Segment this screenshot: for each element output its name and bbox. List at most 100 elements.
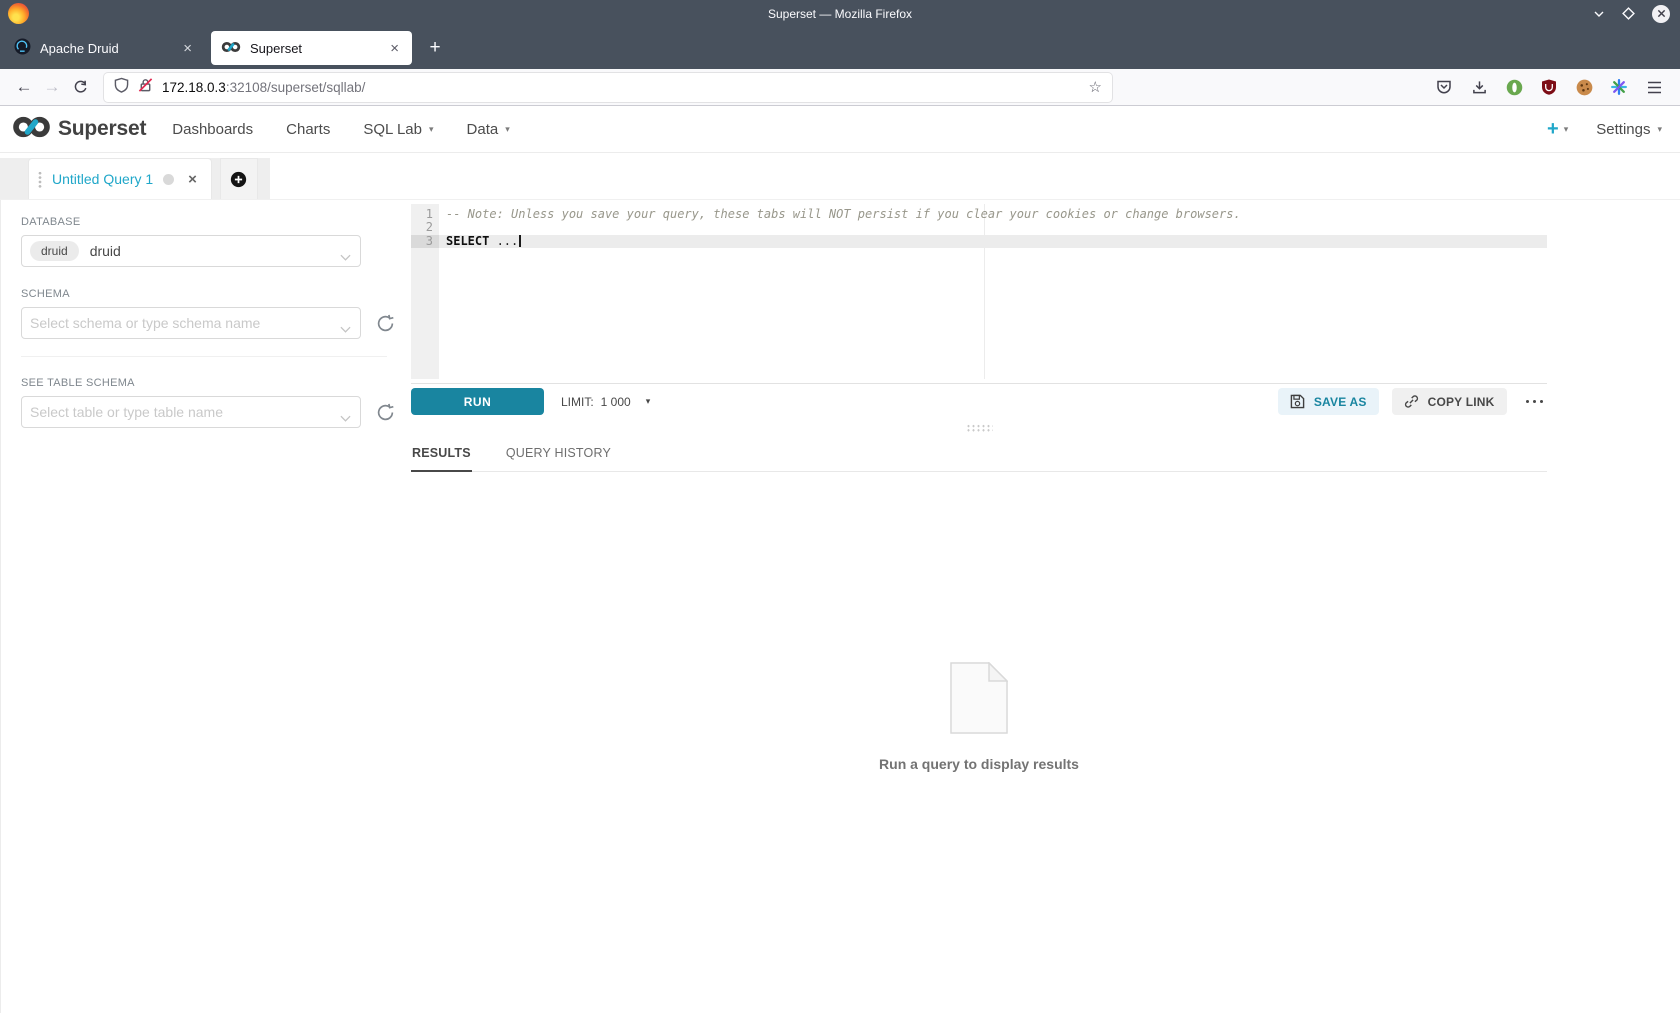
query-tab-row: Untitled Query 1 × (0, 153, 1680, 200)
table-select[interactable]: Select table or type table name (21, 396, 361, 428)
tab-close-icon[interactable]: × (385, 39, 404, 58)
text-cursor (519, 235, 521, 247)
add-query-tab-button[interactable] (220, 158, 258, 199)
run-button[interactable]: RUN (411, 388, 544, 415)
database-value: druid (90, 243, 121, 259)
editor-gutter: 1 2 3 (411, 204, 439, 379)
caret-down-icon: ▾ (1564, 124, 1569, 135)
tracking-shield-icon[interactable] (114, 77, 129, 98)
link-icon (1404, 394, 1419, 409)
sidebar-divider (21, 356, 387, 357)
browser-tab-label: Apache Druid (40, 41, 169, 56)
resize-grip-icon[interactable] (966, 424, 993, 432)
add-new-button[interactable]: +▾ (1547, 119, 1568, 139)
database-select[interactable]: druid druid (21, 235, 361, 267)
limit-label: LIMIT: (561, 395, 594, 409)
navbar-menu: Dashboards Charts SQL Lab▾ Data▾ (172, 121, 509, 138)
window-titlebar: Superset — Mozilla Firefox (0, 0, 1680, 27)
extension-green-icon[interactable] (1500, 73, 1528, 101)
nav-item-charts[interactable]: Charts (286, 121, 330, 138)
sql-comment: -- Note: Unless you save your query, the… (446, 207, 1241, 221)
menu-hamburger-icon[interactable] (1640, 73, 1668, 101)
table-placeholder: Select table or type table name (30, 404, 223, 420)
browser-tab-druid[interactable]: Apache Druid × (4, 31, 205, 65)
settings-menu[interactable]: Settings▾ (1596, 121, 1662, 138)
save-as-button[interactable]: SAVE AS (1278, 388, 1379, 415)
sqllab-main: DATABASE druid druid SCHEMA Select schem… (0, 200, 1680, 1013)
line-number: 1 (411, 208, 433, 221)
nav-item-data[interactable]: Data▾ (467, 121, 510, 138)
query-tab-untitled-1[interactable]: Untitled Query 1 × (28, 158, 212, 199)
database-badge: druid (30, 241, 79, 261)
sparkle-extension-icon[interactable] (1605, 73, 1633, 101)
add-query-tab-icon (230, 171, 247, 188)
bookmark-star-icon[interactable]: ☆ (1089, 78, 1102, 96)
sql-editor[interactable]: 1 2 3 -- Note: Unless you save your quer… (411, 204, 1547, 379)
empty-results-text: Run a query to display results (879, 756, 1079, 772)
forward-icon[interactable]: → (38, 73, 66, 101)
cookie-icon[interactable] (1570, 73, 1598, 101)
superset-logo-icon (12, 116, 51, 143)
pocket-icon[interactable] (1430, 73, 1458, 101)
window-title: Superset — Mozilla Firefox (768, 7, 912, 21)
line-number: 3 (411, 235, 433, 248)
sql-text: ... (489, 234, 518, 248)
close-icon[interactable]: × (188, 171, 197, 188)
reload-icon[interactable] (66, 73, 94, 101)
chevron-down-icon (340, 320, 351, 338)
insecure-lock-icon[interactable] (138, 77, 153, 98)
save-icon (1290, 394, 1305, 409)
tab-query-history[interactable]: QUERY HISTORY (505, 439, 612, 471)
download-icon[interactable] (1465, 73, 1493, 101)
caret-down-icon: ▾ (1657, 124, 1662, 135)
window-controls (1593, 0, 1670, 27)
brand-name: Superset (58, 117, 146, 141)
url-bar[interactable]: 172.18.0.3:32108/superset/sqllab/ ☆ (104, 73, 1112, 102)
tab-drag-handle-icon[interactable] (38, 171, 42, 188)
nav-item-dashboards[interactable]: Dashboards (172, 121, 253, 138)
browser-toolbar: ← → 172.18.0.3:32108/superset/sqllab/ ☆ (0, 69, 1680, 106)
superset-brand[interactable]: Superset (12, 116, 146, 143)
ublock-shield-icon[interactable] (1535, 73, 1563, 101)
new-tab-icon[interactable]: + (420, 33, 450, 63)
line-number: 2 (411, 221, 433, 234)
caret-down-icon: ▾ (429, 124, 434, 135)
copy-link-button[interactable]: COPY LINK (1392, 388, 1507, 415)
url-text: 172.18.0.3:32108/superset/sqllab/ (162, 80, 365, 95)
editor-code[interactable]: -- Note: Unless you save your query, the… (439, 204, 1547, 379)
limit-value: 1 000 (601, 395, 631, 409)
refresh-schema-icon[interactable] (376, 314, 395, 333)
schema-label: SCHEMA (21, 288, 401, 300)
sqllab-sidebar: DATABASE druid druid SCHEMA Select schem… (1, 200, 401, 1013)
database-label: DATABASE (21, 216, 401, 228)
toolbar-right-buttons: SAVE AS COPY LINK (1278, 388, 1547, 415)
tab-close-icon[interactable]: × (178, 39, 197, 58)
window-minimize-icon[interactable] (1593, 8, 1605, 20)
refresh-table-icon[interactable] (376, 403, 395, 422)
limit-dropdown[interactable]: LIMIT: 1 000 ▾ (561, 395, 650, 409)
browser-tab-superset[interactable]: Superset × (211, 31, 412, 65)
caret-down-icon: ▾ (646, 396, 651, 407)
table-schema-label: SEE TABLE SCHEMA (21, 377, 401, 389)
superset-navbar: Superset Dashboards Charts SQL Lab▾ Data… (0, 106, 1680, 153)
chevron-down-icon (340, 248, 351, 266)
nav-item-sql-lab[interactable]: SQL Lab▾ (363, 121, 433, 138)
schema-select[interactable]: Select schema or type schema name (21, 307, 361, 339)
more-options-icon[interactable] (1522, 394, 1548, 410)
navbar-right: +▾ Settings▾ (1547, 119, 1662, 139)
browser-tab-bar: Apache Druid × Superset × + (0, 27, 1680, 69)
toolbar-right-icons (1430, 73, 1668, 101)
screen: Superset — Mozilla Firefox Apache Druid … (0, 0, 1680, 1012)
query-tab-strip: Untitled Query 1 × (0, 158, 270, 199)
window-maximize-icon[interactable] (1622, 7, 1635, 20)
caret-down-icon: ▾ (505, 124, 510, 135)
superset-favicon-icon (221, 41, 241, 56)
query-state-dot (163, 174, 174, 185)
back-icon[interactable]: ← (10, 73, 38, 101)
tab-results[interactable]: RESULTS (411, 439, 472, 472)
url-path: :32108/superset/sqllab/ (226, 80, 366, 95)
window-close-icon[interactable] (1652, 5, 1670, 23)
results-body: Run a query to display results (411, 472, 1547, 772)
schema-placeholder: Select schema or type schema name (30, 315, 260, 331)
results-tabs: RESULTS QUERY HISTORY (411, 439, 1547, 472)
